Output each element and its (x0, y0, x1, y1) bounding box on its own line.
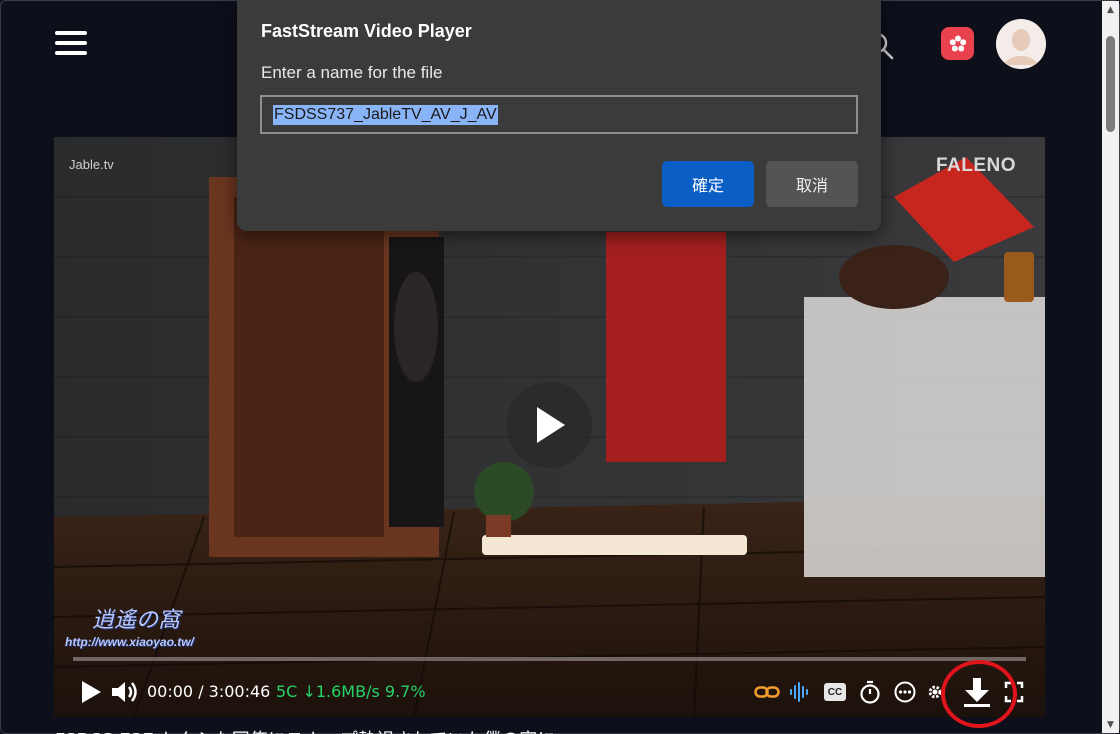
link-button[interactable] (754, 680, 780, 704)
fullscreen-icon (1004, 681, 1024, 703)
scroll-thumb[interactable] (1106, 36, 1115, 132)
filename-input[interactable]: FSDSS737_JableTV_AV_J_AV (260, 95, 858, 134)
dialog-message: Enter a name for the file (261, 63, 443, 82)
play-icon (82, 681, 101, 703)
faleno-brand-text: FALENO (936, 155, 1017, 176)
more-icon (894, 681, 916, 703)
user-avatar[interactable] (996, 19, 1046, 69)
video-title-text: FSDSS-737 セクシな同僚にスナップ熱視されていた僕の家に・・・ (55, 726, 609, 734)
audio-waveform-icon (790, 682, 808, 702)
download-icon (964, 678, 990, 707)
link-icon (754, 686, 780, 698)
download-button[interactable] (958, 673, 996, 711)
save-file-dialog: FastStream Video Player Enter a name for… (237, 0, 881, 231)
center-play-button[interactable] (506, 382, 592, 468)
ok-button[interactable]: 確定 (662, 161, 754, 207)
settings-icon (928, 685, 942, 699)
timer-icon (860, 680, 880, 704)
captions-button[interactable]: CC (822, 682, 848, 702)
player-controls: 00:00 / 3:00:46 5C ↓1.6MB/s 9.7% CC (54, 667, 1045, 717)
app-badge-button[interactable] (941, 27, 974, 60)
cancel-button[interactable]: 取消 (766, 161, 858, 207)
play-button[interactable] (78, 679, 104, 705)
fullscreen-button[interactable] (1002, 679, 1026, 705)
filename-input-value: FSDSS737_JableTV_AV_J_AV (273, 104, 498, 125)
more-button[interactable] (892, 679, 918, 705)
scroll-up-arrow-icon[interactable]: ▲ (1102, 1, 1119, 18)
time-display: 00:00 / 3:00:46 (147, 682, 271, 701)
progress-bar[interactable] (73, 657, 1026, 661)
dialog-title: FastStream Video Player (261, 21, 472, 41)
site-watermark-url: http://www.xiaoyao.tw/ (65, 635, 194, 649)
faleno-logo: FALENO (936, 155, 1016, 177)
site-watermark-title: 逍遙の窩 (92, 608, 181, 633)
volume-icon (112, 682, 137, 702)
audio-button[interactable] (788, 680, 812, 704)
download-stats: 5C ↓1.6MB/s 9.7% (276, 682, 426, 701)
flower-icon (949, 35, 966, 51)
jable-watermark: Jable.tv (69, 157, 114, 172)
settings-button[interactable] (926, 679, 944, 705)
play-icon (537, 407, 565, 443)
volume-button[interactable] (110, 678, 140, 706)
closed-captions-icon: CC (824, 683, 846, 701)
timer-button[interactable] (857, 679, 883, 705)
scroll-down-arrow-icon[interactable]: ▼ (1102, 716, 1119, 733)
page-scrollbar[interactable]: ▲ ▼ (1102, 1, 1119, 733)
hamburger-menu-icon[interactable] (55, 31, 87, 55)
